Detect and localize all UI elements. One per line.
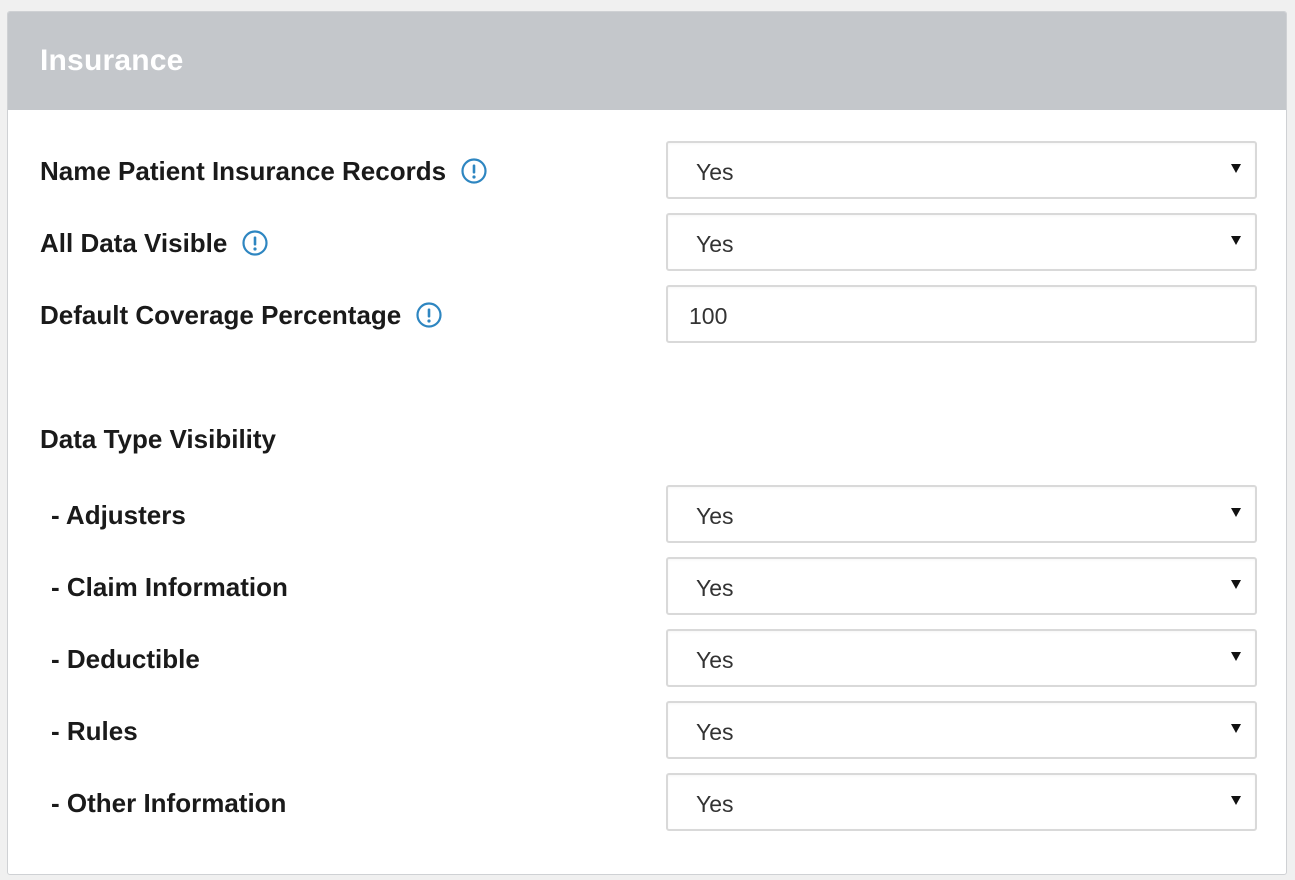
data-type-visibility-heading: Data Type Visibility [40, 424, 277, 454]
dropdown-arrow-icon [1231, 724, 1241, 733]
select-value: Yes [696, 231, 734, 257]
select-value: Yes [696, 575, 734, 601]
panel-title: Insurance [40, 44, 184, 77]
setting-row-name-patient-insurance-records: Name Patient Insurance Records Yes [8, 141, 1286, 201]
setting-row-default-coverage-percentage: Default Coverage Percentage 100 [8, 285, 1286, 345]
deductible-select[interactable]: Yes [666, 629, 1257, 687]
dropdown-arrow-icon [1231, 652, 1241, 661]
claim-information-select[interactable]: Yes [666, 557, 1257, 615]
select-value: Yes [696, 647, 734, 673]
visibility-label: - Claim Information [51, 571, 288, 602]
select-value: Yes [696, 791, 734, 817]
visibility-row-other-information: - Other Information Yes [8, 773, 1286, 833]
setting-label: Name Patient Insurance Records [40, 155, 447, 186]
panel-header: Insurance [8, 12, 1286, 110]
info-icon[interactable] [416, 302, 442, 328]
setting-row-all-data-visible: All Data Visible Yes [8, 213, 1286, 273]
info-icon[interactable] [461, 158, 487, 184]
select-value: Yes [696, 159, 734, 185]
insurance-panel: Insurance Name Patient Insurance Records… [7, 11, 1287, 875]
dropdown-arrow-icon [1231, 796, 1241, 805]
dropdown-arrow-icon [1231, 164, 1241, 173]
select-value: Yes [696, 503, 734, 529]
visibility-label: - Deductible [51, 643, 200, 674]
visibility-row-deductible: - Deductible Yes [8, 629, 1286, 689]
select-value: Yes [696, 719, 734, 745]
info-icon[interactable] [242, 230, 268, 256]
visibility-row-claim-information: - Claim Information Yes [8, 557, 1286, 617]
dropdown-arrow-icon [1231, 236, 1241, 245]
default-coverage-percentage-input[interactable]: 100 [666, 285, 1257, 343]
setting-label: All Data Visible [40, 227, 228, 258]
visibility-row-rules: - Rules Yes [8, 701, 1286, 761]
visibility-label: - Adjusters [51, 499, 186, 530]
all-data-visible-select[interactable]: Yes [666, 213, 1257, 271]
dropdown-arrow-icon [1231, 508, 1241, 517]
input-value: 100 [689, 303, 728, 329]
other-information-select[interactable]: Yes [666, 773, 1257, 831]
adjusters-select[interactable]: Yes [666, 485, 1257, 543]
visibility-label: - Other Information [51, 787, 287, 818]
visibility-row-adjusters: - Adjusters Yes [8, 485, 1286, 545]
setting-label: Default Coverage Percentage [40, 299, 402, 330]
visibility-label: - Rules [51, 715, 138, 746]
name-patient-insurance-records-select[interactable]: Yes [666, 141, 1257, 199]
dropdown-arrow-icon [1231, 580, 1241, 589]
rules-select[interactable]: Yes [666, 701, 1257, 759]
